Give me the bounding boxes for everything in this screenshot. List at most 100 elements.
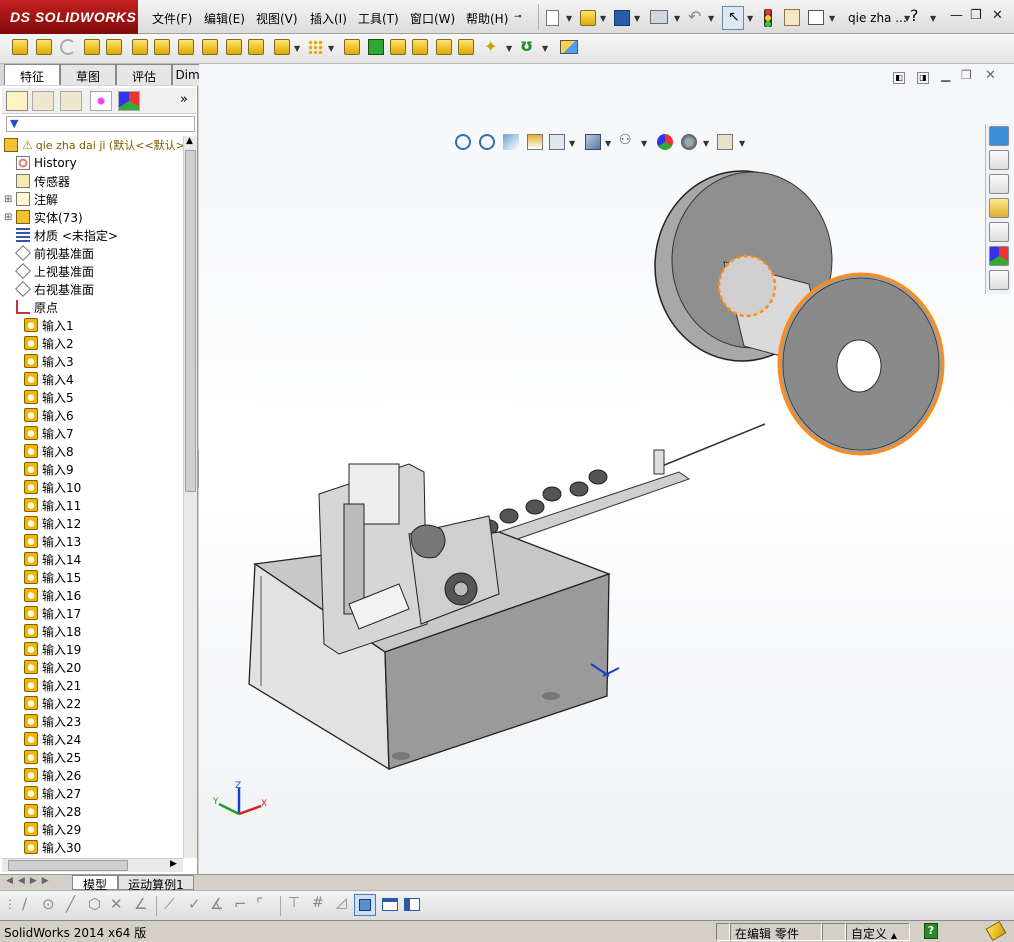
select-tool-button[interactable]: ↖ bbox=[722, 6, 744, 30]
undo-icon[interactable]: ↶ bbox=[688, 7, 701, 26]
tree-item-import[interactable]: 输入18 bbox=[4, 622, 184, 640]
expand-toggle-icon[interactable]: ⊞ bbox=[4, 194, 16, 205]
tab-model[interactable]: 模型 bbox=[72, 875, 118, 892]
tree-item-import[interactable]: 输入23 bbox=[4, 712, 184, 730]
tree-item-import[interactable]: 输入14 bbox=[4, 550, 184, 568]
rib-icon[interactable] bbox=[344, 39, 360, 55]
chevron-down-icon[interactable]: ▼ bbox=[566, 14, 572, 23]
feature-tree-tab-icon[interactable] bbox=[6, 91, 28, 111]
solidworks-logo[interactable]: DS SOLIDWORKS bbox=[0, 0, 138, 34]
menu-view[interactable]: 视图(V) bbox=[256, 10, 298, 27]
split-window-icon[interactable] bbox=[404, 898, 420, 911]
draft-icon[interactable] bbox=[368, 39, 384, 55]
menu-edit[interactable]: 编辑(E) bbox=[204, 10, 245, 27]
scroll-up-icon[interactable]: ▲ bbox=[186, 136, 193, 146]
tree-item-import[interactable]: 输入24 bbox=[4, 730, 184, 748]
lofted-cut-icon[interactable] bbox=[226, 39, 242, 55]
mirror-icon[interactable] bbox=[458, 39, 474, 55]
rebuild-traffic-light-icon[interactable] bbox=[764, 9, 772, 27]
tree-item-import[interactable]: 输入8 bbox=[4, 442, 184, 460]
tab-evaluate[interactable]: 评估 bbox=[116, 64, 172, 85]
tree-root[interactable]: ⚠ qie zha dai ji (默认<<默认> bbox=[4, 136, 185, 154]
boundary-cut-icon[interactable] bbox=[248, 39, 264, 55]
file-explorer-icon[interactable] bbox=[989, 198, 1009, 218]
tree-item-import[interactable]: 输入27 bbox=[4, 784, 184, 802]
tree-item[interactable]: 前视基准面 bbox=[4, 244, 184, 262]
chevron-down-icon[interactable]: ▼ bbox=[294, 44, 300, 53]
menu-window[interactable]: 窗口(W) bbox=[410, 10, 455, 27]
appearances-icon[interactable] bbox=[989, 246, 1009, 266]
tree-item-import[interactable]: 输入22 bbox=[4, 694, 184, 712]
tree-item-import[interactable]: 输入30 bbox=[4, 838, 184, 856]
help-icon[interactable]: ? bbox=[910, 6, 919, 25]
chevron-down-icon[interactable]: ▼ bbox=[930, 14, 936, 23]
tree-item-import[interactable]: 输入3 bbox=[4, 352, 184, 370]
close-button[interactable]: ✕ bbox=[992, 8, 1003, 23]
print-icon[interactable] bbox=[650, 10, 668, 24]
chevron-down-icon[interactable]: ▼ bbox=[328, 44, 334, 53]
menu-pin-icon[interactable]: ⊸ bbox=[514, 12, 522, 22]
tree-item-import[interactable]: 输入9 bbox=[4, 460, 184, 478]
window-layout-icon[interactable] bbox=[382, 898, 398, 911]
home-icon[interactable] bbox=[989, 150, 1009, 170]
hole-wizard-icon[interactable] bbox=[154, 39, 170, 55]
tree-item[interactable]: 传感器 bbox=[4, 172, 184, 190]
status-custom-units[interactable]: 自定义 ▲ bbox=[846, 923, 910, 941]
tree-item-import[interactable]: 输入13 bbox=[4, 532, 184, 550]
fillet-icon[interactable] bbox=[274, 39, 290, 55]
property-manager-tab-icon[interactable] bbox=[32, 91, 54, 111]
tree-item-import[interactable]: 输入20 bbox=[4, 658, 184, 676]
3d-sketch-button[interactable] bbox=[354, 894, 376, 916]
tab-features[interactable]: 特征 bbox=[4, 64, 60, 85]
status-tag-icon[interactable] bbox=[985, 920, 1007, 942]
tree-item[interactable]: 上视基准面 bbox=[4, 262, 184, 280]
tree-item[interactable]: 材质 <未指定> bbox=[4, 226, 184, 244]
revolved-boss-icon[interactable] bbox=[36, 39, 52, 55]
open-folder-icon[interactable] bbox=[580, 10, 596, 26]
tree-item-import[interactable]: 输入7 bbox=[4, 424, 184, 442]
tree-item-import[interactable]: 输入21 bbox=[4, 676, 184, 694]
display-manager-tab-icon[interactable] bbox=[118, 91, 140, 111]
minimize-button[interactable]: — bbox=[950, 8, 963, 23]
tab-scroll-arrows-icon[interactable]: ◀◀▶▶ bbox=[6, 876, 54, 886]
chevron-down-icon[interactable]: ▼ bbox=[634, 14, 640, 23]
options-icon[interactable] bbox=[808, 10, 824, 25]
lofted-boss-icon[interactable] bbox=[84, 39, 100, 55]
curves-icon[interactable]: ʊ bbox=[520, 36, 533, 56]
chevron-down-icon[interactable]: ▼ bbox=[506, 44, 512, 53]
tree-item-import[interactable]: 输入6 bbox=[4, 406, 184, 424]
configuration-manager-tab-icon[interactable] bbox=[60, 91, 82, 111]
save-icon[interactable] bbox=[614, 10, 630, 26]
graphics-area[interactable]: ▼ ▼ ⚇ ▼ ▼ ▼ ◧ ◨ ▁ ❐ ✕ Z X Y bbox=[199, 64, 1014, 875]
tree-item-import[interactable]: 输入4 bbox=[4, 370, 184, 388]
swept-boss-icon[interactable] bbox=[106, 39, 122, 55]
chevron-down-icon[interactable]: ▼ bbox=[600, 14, 606, 23]
new-document-icon[interactable] bbox=[546, 10, 559, 26]
file-properties-icon[interactable] bbox=[784, 9, 800, 26]
extruded-cut-icon[interactable] bbox=[132, 39, 148, 55]
tree-filter-input[interactable]: ▼ bbox=[6, 116, 195, 132]
dimxpert-manager-tab-icon[interactable] bbox=[90, 91, 112, 111]
chevron-down-icon[interactable]: ▼ bbox=[674, 14, 680, 23]
restore-button[interactable]: ❐ bbox=[970, 8, 982, 23]
tree-horizontal-scrollbar[interactable]: ▶ bbox=[2, 858, 183, 872]
tree-item-import[interactable]: 输入25 bbox=[4, 748, 184, 766]
instant3d-icon[interactable] bbox=[560, 40, 578, 54]
tree-item-import[interactable]: 输入1 bbox=[4, 316, 184, 334]
swept-cut-icon[interactable] bbox=[202, 39, 218, 55]
chevron-down-icon[interactable]: ▼ bbox=[708, 14, 714, 23]
tree-item-import[interactable]: 输入28 bbox=[4, 802, 184, 820]
expand-panel-icon[interactable]: » bbox=[180, 92, 188, 107]
tree-item[interactable]: 右视基准面 bbox=[4, 280, 184, 298]
reference-geometry-icon[interactable]: ✦ bbox=[484, 37, 497, 56]
tab-motion-study-1[interactable]: 运动算例1 bbox=[118, 875, 194, 892]
menu-tools[interactable]: 工具(T) bbox=[358, 10, 399, 27]
tree-item-import[interactable]: 输入11 bbox=[4, 496, 184, 514]
tree-item-import[interactable]: 输入17 bbox=[4, 604, 184, 622]
tree-item[interactable]: 原点 bbox=[4, 298, 184, 316]
tree-item-import[interactable]: 输入26 bbox=[4, 766, 184, 784]
model-3d-view[interactable]: Z X Y bbox=[199, 64, 1014, 875]
tree-item-import[interactable]: 输入16 bbox=[4, 586, 184, 604]
tree-item[interactable]: ⊞ 实体(73) bbox=[4, 208, 184, 226]
menu-file[interactable]: 文件(F) bbox=[152, 10, 192, 27]
